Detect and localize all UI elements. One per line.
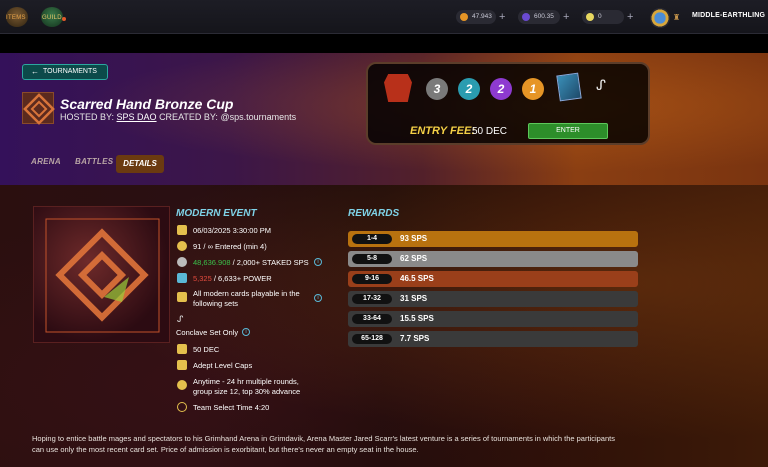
host-link[interactable]: SPS DAO: [117, 112, 157, 122]
reward-amount: 15.5 SPS: [400, 314, 434, 323]
voucher-icon: [586, 13, 594, 21]
league-icon: ♜: [673, 13, 681, 22]
enter-button[interactable]: ENTER: [528, 123, 608, 139]
reward-row: 65-128 7.7 SPS: [348, 331, 638, 347]
conclave-set-only: Conclave Set Only: [176, 328, 239, 337]
entry-fee-value: 50 DEC: [472, 126, 508, 137]
format-line-1: Anytime - 24 hr multiple rounds,: [193, 377, 299, 386]
items-label[interactable]: ITEMS: [6, 15, 26, 21]
add-vouchers-button[interactable]: +: [627, 10, 633, 24]
credits-icon: [460, 13, 468, 21]
username[interactable]: MIDDLE-EARTHLING: [692, 12, 765, 19]
reward-rank: 65-128: [352, 334, 392, 344]
start-time: 06/03/2025 3:30:00 PM: [193, 226, 271, 235]
staked-requirement: 48,636.908 / 2,000+ STAKED SPS: [193, 258, 309, 267]
calendar-icon: [177, 225, 187, 235]
tab-details[interactable]: DETAILS: [116, 155, 164, 173]
sets-info-icon[interactable]: i: [314, 294, 322, 302]
entry-panel: 3 2 2 1 ᔑ ENTRY FEE: 50 DEC ENTER: [366, 62, 650, 145]
reward-amount: 31 SPS: [400, 294, 428, 303]
rewards-heading: REWARDS: [348, 208, 400, 219]
dec-fee-icon: [177, 344, 187, 354]
add-credits-button[interactable]: +: [499, 10, 505, 24]
team-select-time: Team Select Time 4:20: [193, 403, 270, 412]
add-dec-button[interactable]: +: [563, 10, 569, 24]
dec-balance: 600.35: [518, 10, 560, 24]
staked-info-icon[interactable]: i: [314, 258, 322, 266]
vouchers-balance: 0: [582, 10, 624, 24]
conclave-icon: ᔑ: [177, 314, 184, 324]
reward-row: 5-8 62 SPS: [348, 251, 638, 267]
legendary-cap-badge: 1: [522, 78, 544, 100]
reward-row: 33-64 15.5 SPS: [348, 311, 638, 327]
back-to-tournaments-button[interactable]: ← TOURNAMENTS: [22, 64, 108, 80]
format-icon: [177, 380, 187, 390]
power-icon: [177, 273, 187, 283]
reward-row: 9-16 46.5 SPS: [348, 271, 638, 287]
tournament-logo: [22, 92, 55, 125]
players-icon: [177, 241, 187, 251]
sets-line-2: following sets: [193, 299, 239, 308]
reward-amount: 62 SPS: [400, 254, 428, 263]
power-requirement: 5,325 / 6,633+ POWER: [193, 274, 272, 283]
reward-rank: 1-4: [352, 234, 392, 244]
clock-icon: [177, 402, 187, 412]
creator-name: @sps.tournaments: [220, 112, 297, 122]
event-heading: MODERN EVENT: [176, 208, 257, 219]
tab-battles[interactable]: BATTLES: [75, 157, 113, 166]
sets-line-1: All modern cards playable in the: [193, 289, 300, 298]
common-cap-badge: 3: [426, 78, 448, 100]
conclave-set-icon: ᔑ: [596, 77, 606, 93]
page-title: Scarred Hand Bronze Cup: [60, 96, 234, 112]
conclave-info-icon[interactable]: i: [242, 328, 250, 336]
credits-balance: 47.943: [456, 10, 496, 24]
guild-label[interactable]: GUILD: [42, 15, 62, 21]
level-caps-icon: [177, 360, 187, 370]
bronze-league-icon: [384, 74, 412, 102]
reward-amount: 46.5 SPS: [400, 274, 434, 283]
reward-amount: 93 SPS: [400, 234, 428, 243]
epic-cap-badge: 2: [490, 78, 512, 100]
hosted-by-line: HOSTED BY: SPS DAO CREATED BY: @sps.tour…: [60, 112, 297, 122]
dec-icon: [522, 13, 530, 21]
card-sets-icon: [177, 292, 187, 302]
top-bar: ITEMS GUILD 47.943 + 600.35 + 0 + ♜ MIDD…: [0, 0, 768, 34]
reward-rank: 9-16: [352, 274, 392, 284]
tournament-art: [33, 206, 170, 343]
reward-amount: 7.7 SPS: [400, 334, 430, 343]
card-set-icon: [556, 72, 582, 102]
format-line-2: group size 12, top 30% advance: [193, 387, 301, 396]
guild-notification-dot: [62, 17, 66, 21]
arrow-left-icon: ←: [31, 67, 39, 76]
staked-value: 48,636.908: [193, 258, 231, 267]
reward-rank: 17-32: [352, 294, 392, 304]
power-value: 5,325: [193, 274, 212, 283]
fee-value: 50 DEC: [193, 345, 220, 354]
avatar[interactable]: [650, 8, 670, 28]
rare-cap-badge: 2: [458, 78, 480, 100]
reward-row: 17-32 31 SPS: [348, 291, 638, 307]
entered-count: 91 / ∞ Entered (min 4): [193, 242, 267, 251]
entry-fee-label: ENTRY FEE:: [410, 125, 475, 137]
tab-arena[interactable]: ARENA: [31, 157, 61, 166]
reward-rank: 5-8: [352, 254, 392, 264]
reward-row: 1-4 93 SPS: [348, 231, 638, 247]
tournament-description: Hoping to entice battle mages and specta…: [32, 434, 615, 454]
reward-rank: 33-64: [352, 314, 392, 324]
level-caps: Adept Level Caps: [193, 361, 253, 370]
staked-sps-icon: [177, 257, 187, 267]
